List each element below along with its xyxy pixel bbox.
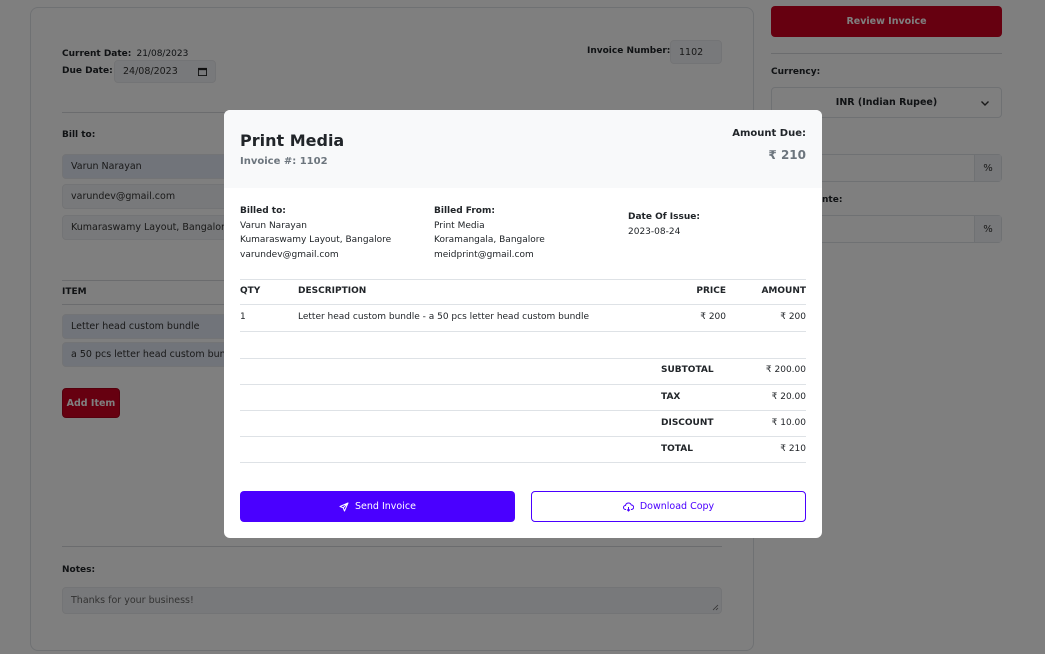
billed-to-block: Billed to: Varun Narayan Kumaraswamy Lay…: [240, 204, 391, 262]
table-divider: [240, 304, 806, 305]
row-qty: 1: [240, 312, 246, 322]
column-header-qty: QTY: [240, 286, 261, 296]
modal-header: Print Media Invoice #: 1102 Amount Due: …: [224, 110, 822, 188]
tax-label: TAX: [661, 392, 681, 402]
download-copy-label: Download Copy: [639, 501, 715, 512]
billed-to-address: Kumaraswamy Layout, Bangalore: [240, 235, 392, 245]
table-divider: [240, 358, 806, 359]
column-header-description: DESCRIPTION: [298, 286, 367, 296]
send-invoice-button[interactable]: Send Invoice: [240, 491, 515, 522]
discount-label: DISCOUNT: [661, 418, 714, 428]
send-invoice-label: Send Invoice: [355, 501, 416, 512]
table-divider: [240, 410, 806, 411]
date-of-issue-label: Date Of Issue:: [628, 212, 700, 222]
column-header-amount: AMOUNT: [761, 286, 806, 296]
total-value: ₹ 210: [780, 444, 806, 454]
download-copy-button[interactable]: Download Copy: [531, 491, 806, 522]
billed-from-block: Billed From: Print Media Koramangala, Ba…: [434, 204, 545, 262]
amount-due-value: ₹ 210: [768, 148, 806, 162]
billed-from-address: Koramangala, Bangalore: [434, 235, 545, 245]
billed-to-label: Billed to:: [240, 206, 286, 216]
date-of-issue-value: 2023-08-24: [628, 226, 681, 237]
total-label: TOTAL: [661, 444, 693, 454]
row-price: ₹ 200: [700, 312, 726, 322]
invoice-preview-modal: Print Media Invoice #: 1102 Amount Due: …: [224, 110, 822, 538]
subtotal-label: SUBTOTAL: [661, 365, 714, 375]
billed-from-name: Print Media: [434, 220, 485, 231]
billed-to-email: varundev@gmail.com: [240, 249, 339, 260]
company-name: Print Media: [240, 131, 345, 150]
table-divider: [240, 384, 806, 385]
amount-due-label: Amount Due:: [732, 128, 806, 139]
table-divider: [240, 436, 806, 437]
table-divider: [240, 331, 806, 332]
invoice-number: Invoice #: 1102: [240, 156, 328, 167]
tax-value: ₹ 20.00: [771, 392, 806, 402]
table-divider: [240, 462, 806, 463]
discount-value: ₹ 10.00: [771, 418, 806, 428]
row-description: Letter head custom bundle - a 50 pcs let…: [298, 312, 590, 322]
column-header-price: PRICE: [696, 286, 726, 296]
cloud-download-icon: [622, 501, 634, 512]
subtotal-value: ₹ 200.00: [765, 365, 806, 375]
billed-to-name: Varun Narayan: [240, 220, 307, 231]
row-amount: ₹ 200: [780, 312, 806, 322]
date-of-issue-block: Date Of Issue: 2023-08-24: [628, 210, 700, 239]
billed-from-email: meidprint@gmail.com: [434, 249, 534, 260]
table-divider: [240, 279, 806, 280]
billed-from-label: Billed From:: [434, 206, 495, 216]
send-icon: [339, 502, 349, 511]
